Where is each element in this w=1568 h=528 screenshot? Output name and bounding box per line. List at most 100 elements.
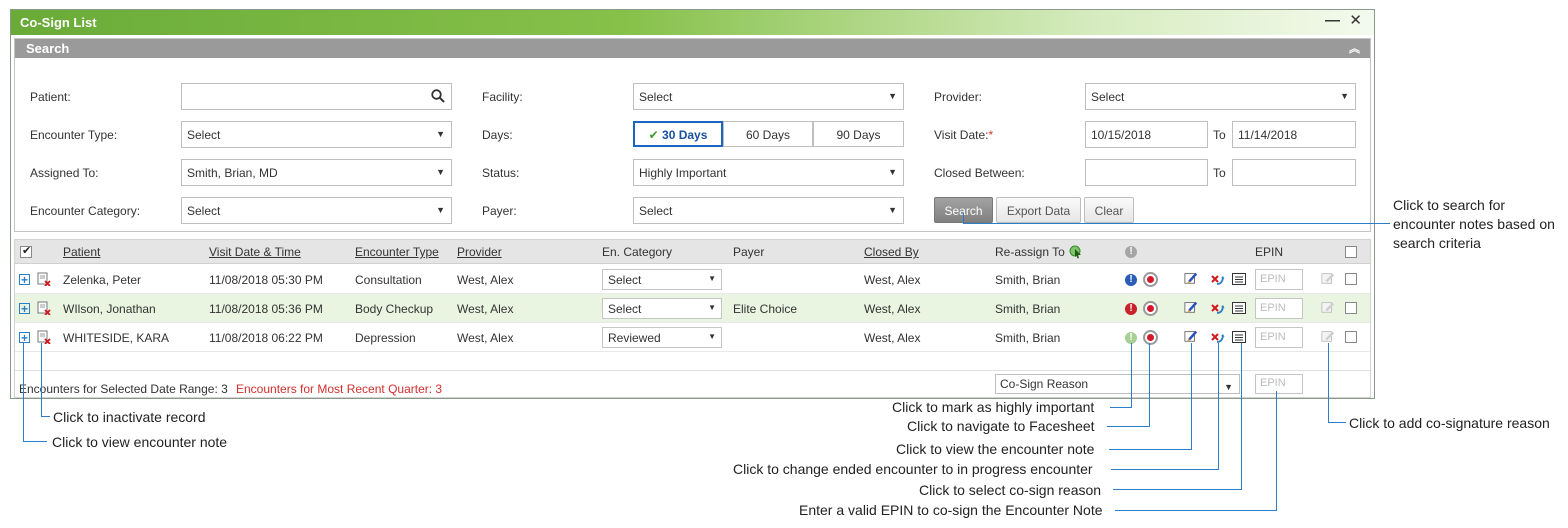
cell-provider: West, Alex (457, 331, 514, 345)
category-select[interactable]: Select (602, 298, 722, 319)
inactivate-icon[interactable] (37, 330, 51, 344)
days-90-button[interactable]: 90 Days (813, 121, 904, 147)
expand-plus-icon[interactable]: + (19, 303, 30, 315)
category-select[interactable]: Reviewed (602, 327, 722, 348)
col-en-category: En. Category (602, 245, 673, 259)
col-provider[interactable]: Provider (457, 245, 502, 259)
inactivate-icon[interactable] (37, 301, 51, 315)
epin-callout-line (1115, 510, 1277, 511)
col-closed-by[interactable]: Closed By (864, 245, 919, 259)
facesheet-callout-line (1149, 343, 1150, 426)
minimize-icon[interactable]: — (1325, 13, 1340, 28)
search-panel-title: Search (26, 41, 70, 56)
epin-input[interactable]: EPIN (1255, 298, 1303, 319)
provider-label: Provider: (934, 90, 983, 104)
inactivate-callout: Click to inactivate record (53, 409, 206, 425)
view-note-callout-line (23, 343, 24, 442)
cell-closed-by: West, Alex (864, 273, 921, 287)
facesheet-icon[interactable] (1143, 330, 1158, 345)
row-checkbox[interactable] (1345, 302, 1357, 314)
table-row[interactable]: + Zelenka, Peter 11/08/2018 05:30 PM Con… (15, 265, 1370, 294)
row-checkbox[interactable] (1345, 273, 1357, 285)
cell-patient[interactable]: WHITESIDE, KARA (63, 331, 169, 345)
cell-reassign[interactable]: Smith, Brian (995, 331, 1060, 345)
edit-note-icon[interactable] (1184, 300, 1198, 314)
clear-button[interactable]: Clear (1084, 197, 1134, 223)
cell-provider: West, Alex (457, 273, 514, 287)
cosign-reason-list-icon[interactable] (1232, 330, 1246, 344)
edit-note-icon[interactable] (1184, 271, 1198, 285)
status-select[interactable]: Highly Important (633, 159, 904, 186)
priority-callout-line (1110, 407, 1132, 408)
col-encounter-type[interactable]: Encounter Type (355, 245, 439, 259)
reopen-encounter-icon[interactable] (1211, 302, 1225, 316)
add-reason-icon[interactable] (1321, 329, 1335, 343)
visit-date-label: Visit Date:* (934, 128, 993, 142)
inactivate-icon[interactable] (37, 272, 51, 286)
category-select[interactable]: Select (602, 269, 722, 290)
visit-date-to-input[interactable]: 11/14/2018 (1232, 121, 1356, 148)
encounter-category-select[interactable]: Select (181, 197, 452, 224)
add-reason-callout-line (1328, 343, 1329, 423)
select-all-checkbox[interactable] (20, 244, 32, 258)
days-30-button[interactable]: ✔ 30 Days (633, 121, 723, 147)
edit-note-icon[interactable] (1184, 329, 1198, 343)
priority-icon[interactable]: ! (1125, 274, 1137, 286)
add-reason-icon[interactable] (1321, 271, 1335, 285)
epin-input[interactable]: EPIN (1255, 269, 1303, 290)
closed-to-input[interactable] (1232, 159, 1356, 186)
cell-patient[interactable]: Zelenka, Peter (63, 273, 141, 287)
cosign-reason-select[interactable]: Co-Sign Reason (995, 374, 1240, 394)
close-icon[interactable]: ✕ (1349, 13, 1362, 28)
encounter-type-label: Encounter Type: (30, 128, 118, 142)
col-patient[interactable]: Patient (63, 245, 100, 259)
search-callout-3: search criteria (1393, 235, 1481, 251)
footer-epin-input[interactable]: EPIN (1255, 374, 1303, 394)
table-row[interactable]: + WIlson, Jonathan 11/08/2018 05:36 PM B… (15, 294, 1370, 323)
expand-plus-icon[interactable]: + (19, 274, 30, 286)
cosign-reason-list-icon[interactable] (1232, 301, 1246, 315)
priority-icon[interactable]: ! (1125, 303, 1137, 315)
reassign-cursor-icon[interactable] (1069, 245, 1083, 259)
visit-date-from-input[interactable]: 10/15/2018 (1085, 121, 1208, 148)
view-note-callout: Click to view the encounter note (896, 441, 1095, 457)
col-visit-date[interactable]: Visit Date & Time (209, 245, 301, 259)
cosign-reason-list-icon[interactable] (1232, 272, 1246, 286)
cell-closed-by: West, Alex (864, 302, 921, 316)
epin-input[interactable]: EPIN (1255, 327, 1303, 348)
cell-reassign[interactable]: Smith, Brian (995, 273, 1060, 287)
cell-patient[interactable]: WIlson, Jonathan (63, 302, 156, 316)
cell-reassign[interactable]: Smith, Brian (995, 302, 1060, 316)
facesheet-icon[interactable] (1143, 272, 1158, 287)
encounter-type-select[interactable]: Select (181, 121, 452, 148)
provider-select[interactable]: Select (1085, 83, 1356, 110)
add-reason-icon[interactable] (1321, 300, 1335, 314)
cell-visit: 11/08/2018 05:30 PM (209, 273, 323, 287)
table-row[interactable]: + WHITESIDE, KARA 11/08/2018 06:22 PM De… (15, 323, 1370, 352)
expand-plus-icon[interactable]: + (19, 332, 30, 344)
row-checkbox[interactable] (1345, 331, 1357, 343)
to-label: To (1213, 128, 1226, 142)
assigned-to-select[interactable]: Smith, Brian, MD (181, 159, 452, 186)
payer-select[interactable]: Select (633, 197, 904, 224)
cell-visit: 11/08/2018 05:36 PM (209, 302, 323, 316)
cell-type: Consultation (355, 273, 422, 287)
cell-closed-by: West, Alex (864, 331, 921, 345)
view-note-callout-line (23, 441, 47, 442)
priority-header-icon: ! (1125, 246, 1137, 258)
facesheet-icon[interactable] (1143, 301, 1158, 316)
days-60-button[interactable]: 60 Days (723, 121, 813, 147)
reopen-encounter-icon[interactable] (1211, 273, 1225, 287)
header-row-checkbox[interactable] (1345, 246, 1357, 258)
patient-input[interactable] (181, 83, 452, 110)
closed-from-input[interactable] (1085, 159, 1208, 186)
export-data-button[interactable]: Export Data (996, 197, 1081, 223)
search-callout-2: encounter notes based on (1393, 216, 1555, 232)
required-marker: * (988, 128, 994, 142)
search-panel-header[interactable]: Search ︽ (15, 39, 1370, 58)
search-icon[interactable] (431, 89, 445, 103)
status-label: Status: (482, 166, 520, 180)
collapse-up-icon[interactable]: ︽ (1349, 40, 1360, 56)
facility-select[interactable]: Select (633, 83, 904, 110)
cell-payer: Elite Choice (733, 302, 798, 316)
